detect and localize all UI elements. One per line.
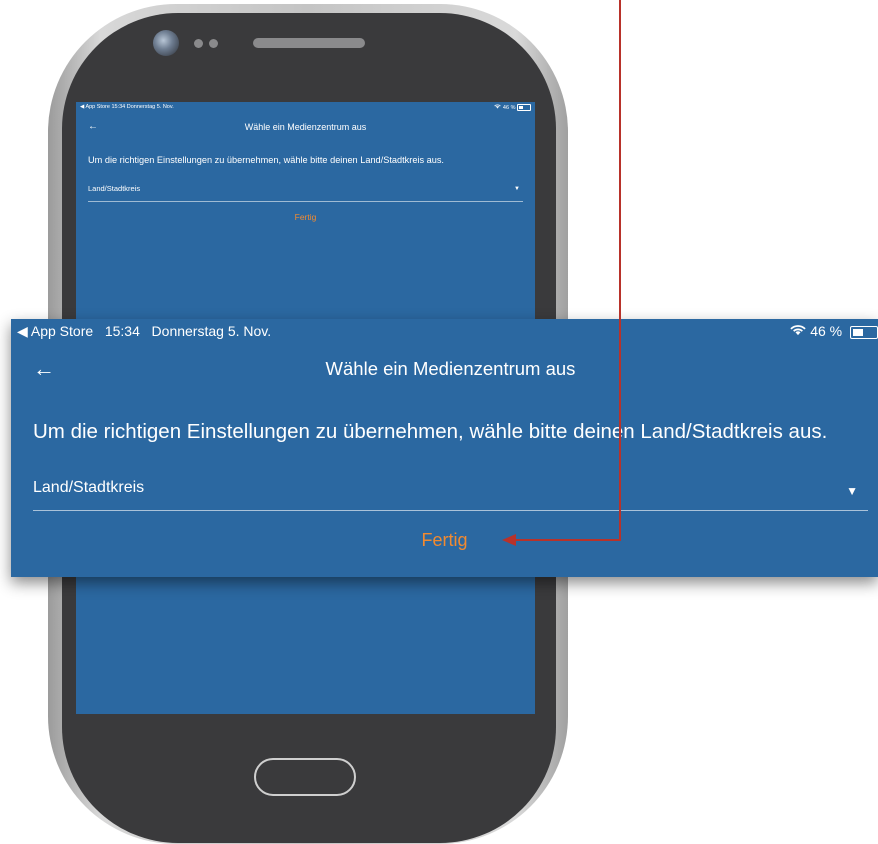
status-time: 15:34	[111, 104, 126, 110]
zoom-status-date: Donnerstag 5. Nov.	[151, 323, 272, 339]
front-camera	[153, 30, 179, 56]
status-back-app[interactable]: ◀ App Store	[80, 104, 110, 110]
zoom-status-back-app[interactable]: ◀ App Store	[17, 323, 93, 339]
zoom-status-bar-left: ◀ App Store 15:34 Donnerstag 5. Nov.	[17, 323, 271, 340]
earpiece-speaker	[253, 38, 365, 48]
zoom-status-bar-right: 46 %	[790, 323, 878, 339]
wifi-icon	[790, 323, 810, 339]
status-bar-left: ◀ App Store 15:34 Donnerstag 5. Nov.	[80, 104, 174, 110]
zoom-battery-percent: 46 %	[810, 323, 843, 339]
district-select-label: Land/Stadtkreis	[88, 184, 141, 193]
status-date: Donnerstag 5. Nov.	[126, 104, 174, 110]
battery-icon	[850, 325, 878, 339]
battery-percent: 46 %	[502, 105, 516, 111]
zoom-done-button[interactable]: Fertig	[11, 530, 878, 551]
caret-down-icon: ▼	[846, 484, 858, 498]
sensor-dot	[209, 39, 218, 48]
district-select[interactable]: Land/Stadtkreis ▼	[88, 184, 523, 202]
zoom-page-title: Wähle ein Medienzentrum aus	[325, 358, 576, 379]
done-button[interactable]: Fertig	[76, 212, 535, 222]
zoom-status-time: 15:34	[104, 323, 140, 339]
sensor-dot	[194, 39, 203, 48]
home-button[interactable]	[254, 758, 356, 796]
caret-down-icon: ▼	[514, 186, 520, 192]
zoom-district-select[interactable]: Land/Stadtkreis ▼	[33, 479, 868, 511]
zoom-instruction-text: Um die richtigen Einstellungen zu überne…	[33, 420, 828, 443]
instruction-text: Um die richtigen Einstellungen zu überne…	[88, 155, 444, 165]
zoom-district-select-label: Land/Stadtkreis	[33, 479, 145, 496]
status-bar-right: 46 %	[494, 104, 531, 112]
battery-icon	[517, 104, 531, 112]
zoomed-screen-overlay: ◀ App Store 15:34 Donnerstag 5. Nov. 46 …	[11, 319, 878, 577]
wifi-icon	[494, 104, 503, 111]
page-title: Wähle ein Medienzentrum aus	[244, 122, 367, 132]
